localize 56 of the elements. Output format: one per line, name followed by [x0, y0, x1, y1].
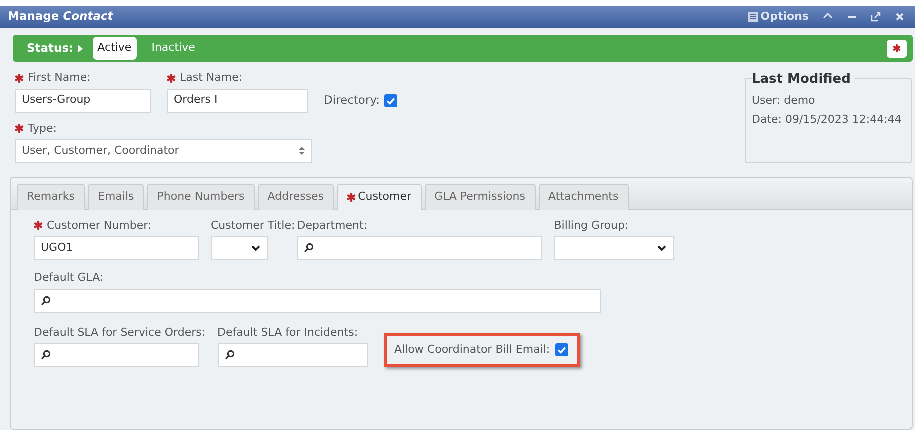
field-label: Type:: [15, 120, 745, 137]
field-label: First Name:: [15, 70, 151, 86]
window-title: Manage Contact: [8, 8, 114, 26]
required-icon: [167, 74, 176, 83]
required-icon: [15, 74, 24, 83]
tab[interactable]: GLA Permissions: [424, 184, 536, 210]
search-icon: [304, 243, 314, 253]
field-label: Default SLA for Service Orders:: [34, 324, 206, 340]
lookup-field[interactable]: [34, 288, 601, 312]
checkbox[interactable]: [384, 94, 398, 108]
required-icon: [34, 221, 43, 230]
tab[interactable]: Phone Numbers: [147, 184, 255, 210]
required-icon: [15, 124, 24, 134]
select-field[interactable]: [554, 236, 674, 260]
field-label: Directory:: [324, 92, 380, 109]
field-label: Customer Number:: [34, 218, 199, 234]
lookup-field[interactable]: [297, 236, 542, 260]
info-text: User: demo: [752, 92, 816, 108]
text-field[interactable]: Users-Group: [15, 88, 151, 112]
popout-icon[interactable]: [871, 12, 881, 22]
tab[interactable]: Emails: [88, 184, 144, 210]
text-field[interactable]: UGO1: [34, 236, 199, 260]
status-option[interactable]: Inactive: [146, 37, 200, 60]
close-icon[interactable]: [895, 12, 905, 22]
asterisk-icon: [893, 44, 901, 53]
field-label: Default GLA:: [34, 270, 105, 286]
lookup-field[interactable]: [218, 343, 368, 367]
tab[interactable]: Remarks: [17, 184, 85, 210]
checkbox[interactable]: [555, 342, 570, 357]
options-button[interactable]: Options: [746, 8, 811, 26]
status-option[interactable]: Active: [92, 37, 137, 60]
select-field[interactable]: [211, 236, 268, 260]
play-icon: [78, 44, 83, 52]
required-button[interactable]: [887, 40, 907, 58]
tab[interactable]: Attachments: [538, 184, 629, 210]
sort-icon: [299, 147, 305, 155]
search-icon: [41, 350, 51, 360]
search-icon: [41, 296, 51, 306]
field-label: Default SLA for Incidents:: [218, 324, 360, 340]
tab[interactable]: Addresses: [258, 184, 334, 210]
field-label: Billing Group:: [554, 218, 630, 234]
field-label: Allow Coordinator Bill Email:: [394, 342, 550, 358]
info-text: Date: 09/15/2023 12:44:44: [752, 112, 903, 128]
field-label: Customer Title:: [211, 218, 296, 234]
text-field[interactable]: Orders I: [167, 88, 308, 112]
tab[interactable]: Customer: [337, 184, 422, 210]
list-icon: [748, 12, 758, 22]
chevron-down-icon: [251, 244, 261, 252]
field-label: Department:: [297, 218, 368, 234]
lookup-field[interactable]: [34, 343, 199, 367]
chevron-down-icon: [657, 244, 668, 252]
required-icon: [347, 192, 356, 202]
field-label: Last Name:: [167, 70, 308, 86]
status-label: Status:: [27, 40, 83, 58]
search-icon: [224, 350, 235, 360]
type-select[interactable]: User, Customer, Coordinator: [15, 139, 312, 163]
